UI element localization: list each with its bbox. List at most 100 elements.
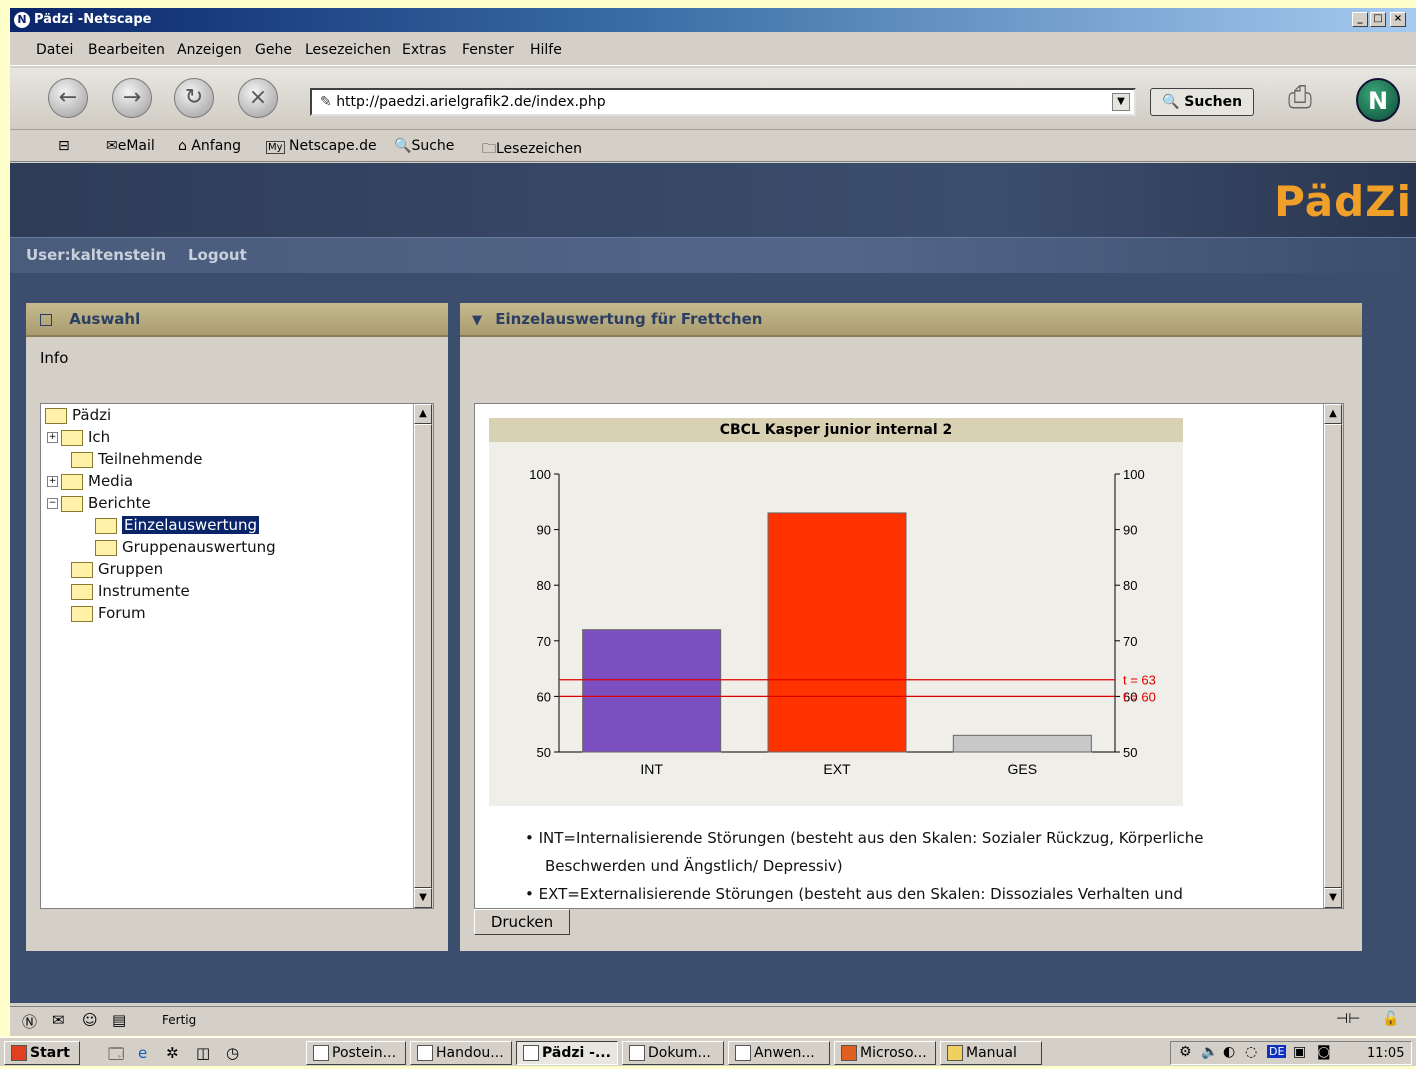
email-label: eMail bbox=[117, 138, 155, 154]
netscape-status-icon[interactable]: Ⓝ bbox=[22, 1011, 37, 1032]
tray-icon[interactable]: ◙ bbox=[1317, 1044, 1331, 1060]
menu-hilfe[interactable]: Hilfe bbox=[530, 42, 562, 58]
email-link[interactable]: ✉eMail bbox=[106, 138, 155, 154]
home-link[interactable]: ⌂ Anfang bbox=[178, 138, 241, 154]
menu-fenster[interactable]: Fenster bbox=[462, 42, 514, 58]
task-label: Manual bbox=[966, 1045, 1017, 1061]
quicklaunch-ie-icon[interactable]: e bbox=[138, 1044, 147, 1062]
quicklaunch-media-icon[interactable]: ◫ bbox=[196, 1044, 210, 1062]
quicklaunch-clock-icon[interactable]: ◷ bbox=[226, 1044, 239, 1062]
tree-item-berichte[interactable]: − Berichte bbox=[41, 492, 413, 514]
list-item: Beschwerden und Ängstlich/ Depressiv) bbox=[525, 852, 1325, 880]
tray-icon[interactable]: ◌ bbox=[1245, 1044, 1257, 1060]
tabs-icon[interactable]: ⊟ bbox=[58, 138, 70, 154]
forward-icon[interactable]: → bbox=[112, 78, 152, 118]
back-icon[interactable]: ← bbox=[48, 78, 88, 118]
tree-item-gruppenauswertung[interactable]: Gruppenauswertung bbox=[41, 536, 413, 558]
y-tick-label: 80 bbox=[537, 578, 551, 593]
word-icon bbox=[735, 1045, 751, 1061]
url-field[interactable]: ✎ http://paedzi.arielgrafik2.de/index.ph… bbox=[310, 88, 1136, 116]
task-paedzi[interactable]: Pädzi -... bbox=[516, 1041, 618, 1065]
tree-item-forum[interactable]: Forum bbox=[41, 602, 413, 624]
tree-item-teilnehmende[interactable]: Teilnehmende bbox=[41, 448, 413, 470]
scroll-up-icon[interactable]: ▲ bbox=[414, 404, 432, 424]
menu-gehe[interactable]: Gehe bbox=[255, 42, 292, 58]
aim-status-icon[interactable]: ☺ bbox=[82, 1011, 98, 1029]
lock-icon[interactable]: 🔓 bbox=[1382, 1011, 1399, 1027]
task-postein[interactable]: Postein... bbox=[306, 1041, 406, 1065]
tree-scrollbar[interactable]: ▲ ▼ bbox=[413, 404, 433, 908]
quicklaunch-desktop-icon[interactable]: 🗔 bbox=[108, 1044, 124, 1069]
minimize-button[interactable]: _ bbox=[1352, 12, 1368, 27]
expand-icon[interactable]: + bbox=[47, 432, 58, 443]
navigation-tree: Pädzi + Ich Teilnehmende + Media − Berichte… bbox=[40, 403, 434, 909]
tree-item-instrumente[interactable]: Instrumente bbox=[41, 580, 413, 602]
netscape-logo-icon[interactable]: N bbox=[1356, 78, 1400, 122]
bookmarks-link[interactable]: 🗀Lesezeichen bbox=[482, 138, 582, 162]
netscape-link[interactable]: My Netscape.de bbox=[266, 138, 377, 154]
url-text: http://paedzi.arielgrafik2.de/index.php bbox=[336, 94, 606, 110]
reference-line-label: t = 63 bbox=[1123, 673, 1156, 688]
scroll-thumb[interactable] bbox=[414, 424, 432, 888]
tree-item-paedzi[interactable]: Pädzi bbox=[41, 404, 413, 426]
menu-bearbeiten[interactable]: Bearbeiten bbox=[88, 42, 165, 58]
info-link[interactable]: Info bbox=[40, 349, 68, 367]
scroll-down-icon[interactable]: ▼ bbox=[1324, 888, 1342, 908]
stop-icon[interactable]: × bbox=[238, 78, 278, 118]
menu-lesezeichen[interactable]: Lesezeichen bbox=[305, 42, 391, 58]
tray-icon[interactable]: ⚙ bbox=[1179, 1044, 1192, 1060]
mail-status-icon[interactable]: ✉ bbox=[52, 1011, 65, 1029]
task-handout[interactable]: Handou... bbox=[410, 1041, 512, 1065]
y-tick-label: 70 bbox=[1123, 634, 1137, 649]
url-dropdown-icon[interactable]: ▼ bbox=[1112, 93, 1130, 111]
reload-icon[interactable]: ↻ bbox=[174, 78, 214, 118]
tree-item-einzelauswertung[interactable]: Einzelauswertung bbox=[41, 514, 413, 536]
language-indicator[interactable]: DE bbox=[1267, 1045, 1287, 1058]
folder-icon bbox=[71, 561, 93, 578]
word-icon bbox=[417, 1045, 433, 1061]
composer-status-icon[interactable]: ▤ bbox=[112, 1011, 126, 1029]
task-manual[interactable]: Manual bbox=[940, 1041, 1042, 1065]
y-tick-label: 80 bbox=[1123, 578, 1137, 593]
close-button[interactable]: × bbox=[1390, 12, 1406, 27]
logout-link[interactable]: Logout bbox=[188, 246, 247, 264]
search-button[interactable]: 🔍 Suchen bbox=[1150, 88, 1254, 116]
search-button-label: Suchen bbox=[1184, 94, 1243, 110]
scroll-up-icon[interactable]: ▲ bbox=[1324, 404, 1342, 424]
menu-extras[interactable]: Extras bbox=[402, 42, 446, 58]
quicklaunch-app-icon[interactable]: ✲ bbox=[166, 1044, 179, 1062]
bookmark-folder-icon: 🗀 bbox=[482, 141, 496, 157]
bar bbox=[582, 629, 722, 753]
menu-anzeigen[interactable]: Anzeigen bbox=[177, 42, 242, 58]
scroll-down-icon[interactable]: ▼ bbox=[414, 888, 432, 908]
menu-datei[interactable]: Datei bbox=[36, 42, 73, 58]
report-scrollbar[interactable]: ▲ ▼ bbox=[1323, 404, 1343, 908]
tree-item-ich[interactable]: + Ich bbox=[41, 426, 413, 448]
task-microsoft[interactable]: Microso... bbox=[834, 1041, 936, 1065]
user-name: User:kaltenstein bbox=[26, 246, 167, 264]
tree-item-media[interactable]: + Media bbox=[41, 470, 413, 492]
folder-icon bbox=[95, 539, 117, 556]
user-bar: User:kaltenstein Logout bbox=[10, 237, 1416, 273]
x-tick-label: EXT bbox=[823, 761, 851, 777]
task-anwender[interactable]: Anwen... bbox=[728, 1041, 830, 1065]
start-button[interactable]: Start bbox=[4, 1041, 80, 1065]
collapse-icon[interactable]: − bbox=[47, 498, 58, 509]
tray-icon[interactable]: ▣ bbox=[1293, 1044, 1306, 1060]
expand-icon[interactable]: + bbox=[47, 476, 58, 487]
search-link[interactable]: 🔍Suche bbox=[394, 138, 454, 154]
menu-bar: Datei Bearbeiten Anzeigen Gehe Lesezeich… bbox=[10, 34, 1416, 66]
tray-icon[interactable]: ◐ bbox=[1223, 1044, 1235, 1060]
task-dokument[interactable]: Dokum... bbox=[622, 1041, 724, 1065]
scroll-thumb[interactable] bbox=[1324, 424, 1342, 888]
print-button[interactable]: Drucken bbox=[474, 909, 570, 935]
start-label: Start bbox=[30, 1045, 70, 1061]
maximize-button[interactable]: □ bbox=[1370, 12, 1386, 27]
legend-list: • INT=Internalisierende Störungen (beste… bbox=[525, 824, 1325, 908]
print-icon[interactable]: ⎙ bbox=[1288, 80, 1312, 115]
tree-item-gruppen[interactable]: Gruppen bbox=[41, 558, 413, 580]
triangle-down-icon[interactable]: ▼ bbox=[472, 313, 482, 328]
netscape-icon: N bbox=[14, 12, 30, 28]
volume-icon[interactable]: 🔈 bbox=[1201, 1044, 1218, 1060]
checkbox-icon[interactable] bbox=[40, 313, 52, 326]
